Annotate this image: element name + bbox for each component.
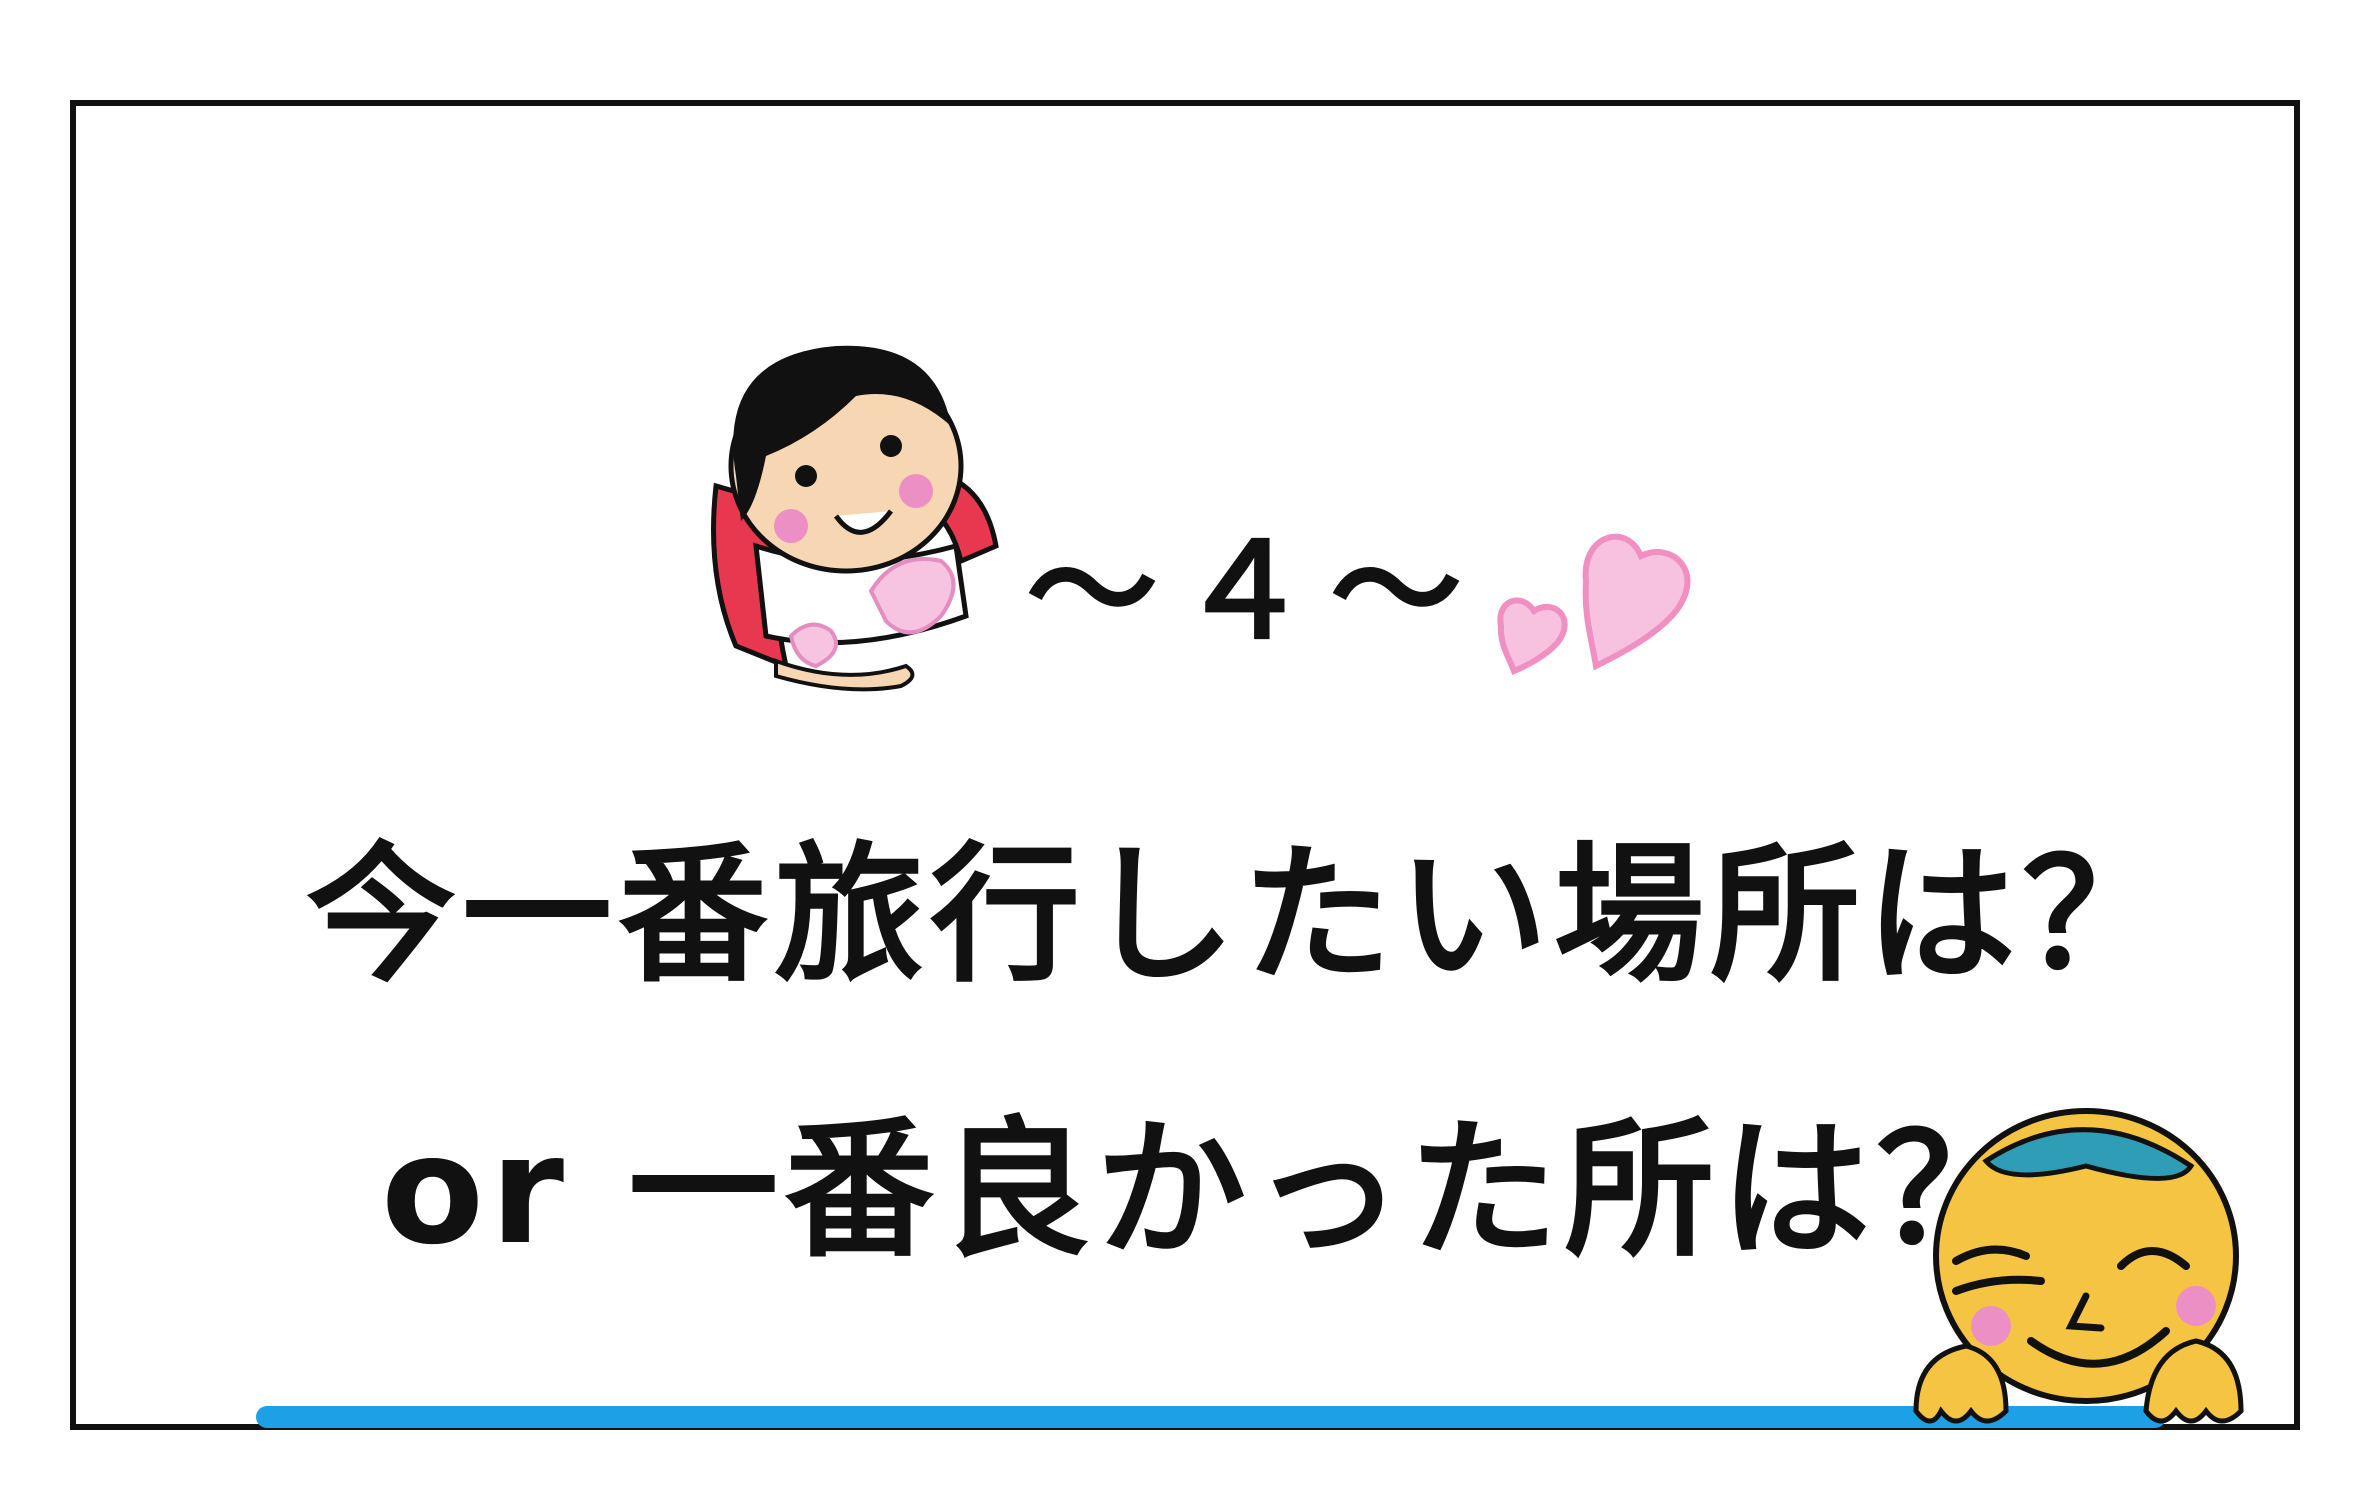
question-line-1: 今一番旅行したい場所は？ [306, 829, 2179, 1003]
pink-hearts-icon [1497, 533, 1691, 675]
blue-underline [256, 1406, 2166, 1428]
smiling-face-icon [1913, 1108, 2244, 1424]
card-frame: ～４～ 今一番旅行したい場所は？ or 一番良かった所は？ [70, 100, 2300, 1430]
girl-with-heart-icon [711, 345, 999, 692]
card-heading: ～４～ [1026, 515, 1482, 669]
question-line-2: or 一番良かった所は？ [381, 1104, 2033, 1278]
